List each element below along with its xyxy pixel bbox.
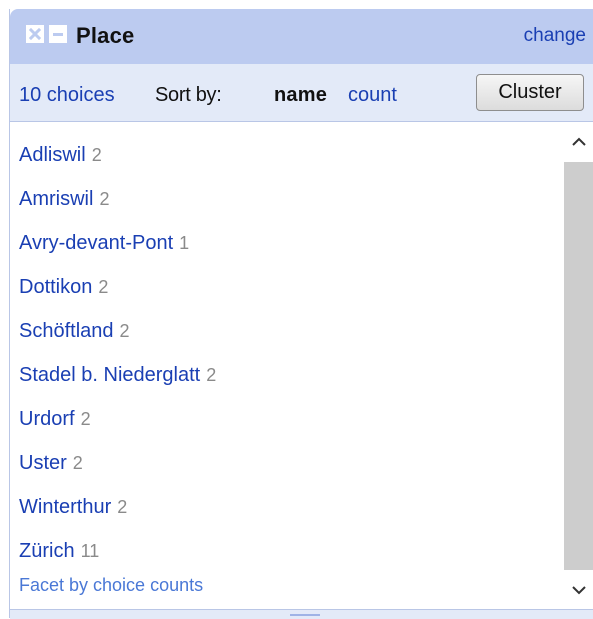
- choice-name[interactable]: Schöftland: [19, 320, 114, 342]
- facet-by-choice-counts-link[interactable]: Facet by choice counts: [19, 575, 203, 596]
- choice-count: 2: [99, 189, 110, 209]
- choice-name[interactable]: Dottikon: [19, 276, 92, 298]
- choice-name[interactable]: Uster: [19, 452, 67, 474]
- facet-title: Place: [76, 23, 135, 48]
- choice-item[interactable]: Schöftland 2: [19, 320, 130, 343]
- choice-count: 2: [206, 365, 217, 385]
- choice-list: Adliswil 2 Amriswil 2 Avry-devant-Pont 1 Do…: [10, 122, 564, 612]
- change-link[interactable]: change: [524, 25, 586, 47]
- choice-name[interactable]: Avry-devant-Pont: [19, 232, 173, 254]
- choice-count: 2: [117, 497, 128, 517]
- scroll-up-icon[interactable]: [564, 122, 593, 162]
- facet-panel: Place change 10 choices Sort by: name co…: [9, 9, 593, 619]
- choice-name[interactable]: Amriswil: [19, 188, 93, 210]
- choice-item[interactable]: Dottikon 2: [19, 276, 108, 299]
- choice-item[interactable]: Avry-devant-Pont 1: [19, 232, 189, 255]
- choice-count: 2: [119, 321, 130, 341]
- sort-by-label: Sort by:: [155, 84, 222, 106]
- choice-count: 1: [179, 233, 190, 253]
- close-icon[interactable]: [26, 25, 44, 43]
- choice-name[interactable]: Winterthur: [19, 496, 111, 518]
- minimize-icon[interactable]: [49, 25, 67, 43]
- choice-count: 2: [98, 277, 109, 297]
- choice-item[interactable]: Amriswil 2: [19, 188, 109, 211]
- choice-count: 2: [72, 453, 83, 473]
- choice-name[interactable]: Adliswil: [19, 144, 86, 166]
- choice-count: 2: [91, 145, 102, 165]
- facet-subheader: 10 choices Sort by: name count Cluster: [10, 64, 593, 122]
- sort-by-count-link[interactable]: count: [348, 84, 397, 107]
- choice-name[interactable]: Stadel b. Niederglatt: [19, 364, 200, 386]
- scroll-thumb[interactable]: [564, 162, 593, 570]
- choice-item[interactable]: Winterthur 2: [19, 496, 127, 519]
- sort-by-name: name: [274, 84, 328, 106]
- scrollbar[interactable]: [564, 122, 593, 609]
- choice-name[interactable]: Zürich: [19, 540, 75, 562]
- choice-item[interactable]: Stadel b. Niederglatt 2: [19, 364, 216, 387]
- choices-count-link[interactable]: 10 choices: [19, 84, 115, 107]
- resize-grip[interactable]: [290, 614, 320, 616]
- choice-item[interactable]: Adliswil 2: [19, 144, 102, 167]
- choice-name[interactable]: Urdorf: [19, 408, 75, 430]
- choice-count: 11: [80, 541, 100, 561]
- cluster-button[interactable]: Cluster: [476, 74, 584, 111]
- choice-item[interactable]: Zürich 11: [19, 540, 99, 563]
- choice-item[interactable]: Uster 2: [19, 452, 83, 475]
- facet-header: Place change: [10, 9, 593, 64]
- scroll-down-icon[interactable]: [564, 570, 593, 610]
- choice-count: 2: [80, 409, 91, 429]
- choice-item[interactable]: Urdorf 2: [19, 408, 91, 431]
